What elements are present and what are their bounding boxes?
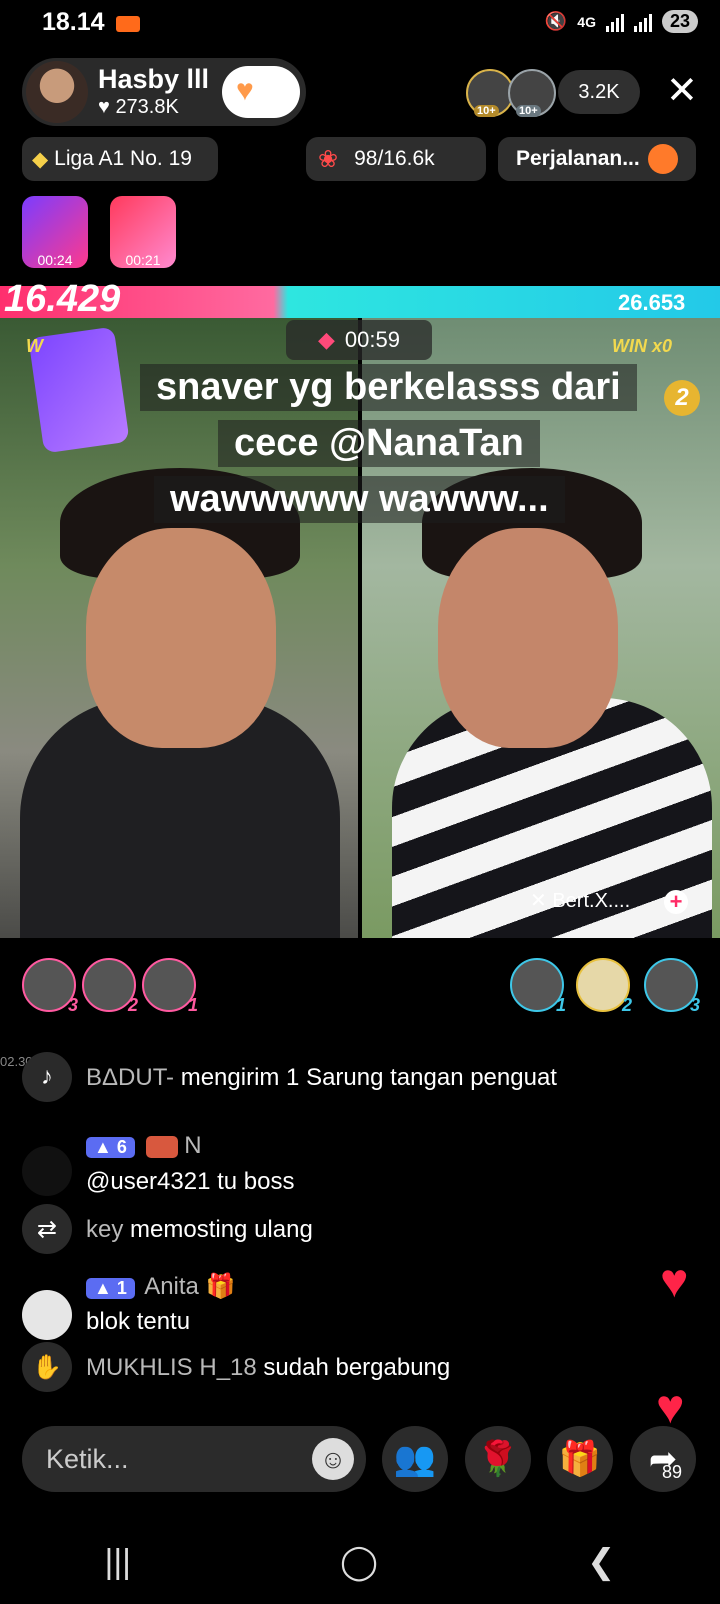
follow-opponent-button[interactable]: + xyxy=(664,890,688,914)
supporter-rank: 3 xyxy=(67,995,78,1015)
left-score: 16.429 xyxy=(4,278,121,320)
avatar xyxy=(22,1290,72,1340)
right-supporter-avatar[interactable]: 2 xyxy=(576,958,632,1015)
host-likes: ♥ 273.8K xyxy=(98,96,179,118)
boost-timer[interactable]: 00:21 xyxy=(110,196,176,268)
right-person-face xyxy=(438,528,618,748)
chat-user: N xyxy=(184,1132,202,1159)
left-win-label: W xyxy=(26,336,43,356)
fan-level: 13 xyxy=(263,92,278,107)
supporter-rank: 2 xyxy=(127,995,138,1015)
level-badge: ▲ 1 xyxy=(86,1278,135,1299)
status-indicators: 🔇 4G 23 xyxy=(545,10,698,33)
system-nav-bar: ||| ◯ ❮ xyxy=(0,1520,720,1604)
goal-pill[interactable]: ❀ 98/16.6k xyxy=(306,137,486,181)
journey-pill[interactable]: Perjalanan... xyxy=(498,137,696,181)
avatar xyxy=(22,1146,72,1196)
diamond-icon: ◆ xyxy=(32,147,49,171)
opponent-name: Bert.X.... xyxy=(552,890,631,912)
level-number: 1 xyxy=(116,1278,127,1298)
supporter-rank: 1 xyxy=(555,995,566,1015)
chat-user: Anita xyxy=(144,1273,199,1300)
journey-label: Perjalanan... xyxy=(516,147,640,170)
close-icon[interactable]: ✕ xyxy=(666,68,698,114)
boost-timer-label: 00:21 xyxy=(125,252,161,268)
gift-icon: 🎁 xyxy=(205,1273,236,1300)
left-supporter-avatar[interactable]: 2 xyxy=(82,958,138,1015)
fan-heart-icon: ♥ xyxy=(236,74,254,107)
back-icon[interactable]: ❮ xyxy=(587,1542,616,1582)
recent-apps-icon[interactable]: ||| xyxy=(104,1543,131,1582)
status-time: 18.14 xyxy=(42,8,105,36)
supporter-rank: 3 xyxy=(689,995,700,1015)
emoji-icon[interactable]: ☺ xyxy=(312,1438,354,1480)
boost-card-icon xyxy=(28,326,130,454)
screen-record-icon xyxy=(116,16,140,32)
chat-text: sudah bergabung xyxy=(263,1354,451,1381)
viewer-count[interactable]: 3.2K xyxy=(558,70,640,114)
top-viewer-avatar[interactable]: 10+ xyxy=(508,69,556,117)
caption-line-1: snaver yg berkelasss dari xyxy=(140,364,637,411)
left-supporter-avatar[interactable]: 1 xyxy=(142,958,198,1015)
wave-icon: ✋ xyxy=(22,1342,72,1392)
top-viewer-avatar[interactable]: 10+ xyxy=(466,69,514,117)
caption-line-2: cece @NanaTan xyxy=(218,420,540,467)
chat-text: blok tentu xyxy=(86,1308,191,1335)
fan-badge xyxy=(145,1135,178,1158)
goal-progress: 98/16.6k xyxy=(354,147,435,170)
follow-button[interactable] xyxy=(222,66,300,118)
floating-heart-icon: ♥ xyxy=(660,1255,689,1308)
right-score: 26.653 xyxy=(618,290,686,315)
host-name: Hasby lll xyxy=(98,64,210,94)
chat-user: key xyxy=(86,1216,124,1243)
mute-icon: 🔇 xyxy=(544,11,568,31)
right-win-label: WIN x0 xyxy=(612,336,673,356)
battle-countdown: ◆ 00:59 xyxy=(286,320,432,360)
battery-level: 23 xyxy=(661,10,698,33)
battle-countdown-text: 00:59 xyxy=(344,327,400,352)
gift-icon[interactable]: 🎁 xyxy=(547,1426,613,1492)
chat-user: MUKHLIS H_18 xyxy=(86,1354,257,1381)
right-supporter-avatar[interactable]: 3 xyxy=(644,958,700,1015)
rank-badge: 2 xyxy=(664,380,700,416)
comment-placeholder: Ketik... xyxy=(46,1444,129,1474)
tiktok-icon: ♪ xyxy=(22,1052,72,1102)
league-pill[interactable]: ◆ Liga A1 No. 19 xyxy=(22,137,218,181)
mascot-icon xyxy=(647,144,678,174)
right-supporter-avatar[interactable]: 1 xyxy=(510,958,566,1015)
signal-icon-2 xyxy=(633,12,652,32)
level-number: 6 xyxy=(116,1137,127,1157)
opponent-tag[interactable]: ✕ Bert.X.... xyxy=(530,888,630,913)
opponent-video-pane[interactable] xyxy=(362,318,720,938)
left-person-face xyxy=(86,528,276,748)
league-label: Liga A1 No. 19 xyxy=(54,147,192,170)
viewer-badge: 10+ xyxy=(474,105,499,117)
glove-icon: ◆ xyxy=(318,327,335,352)
supporter-rank: 2 xyxy=(621,995,632,1015)
signal-icon xyxy=(605,12,624,32)
lion-icon: ❀ xyxy=(318,145,339,173)
boost-timer[interactable]: 00:24 xyxy=(22,196,88,268)
host-avatar[interactable] xyxy=(26,61,88,123)
chat-text: @user4321 tu boss xyxy=(86,1168,295,1195)
chat-text: memosting ulang xyxy=(130,1216,313,1243)
network-type: 4G xyxy=(577,13,596,30)
repost-icon: ⇄ xyxy=(22,1204,72,1254)
viewer-badge: 10+ xyxy=(516,105,541,117)
caption-line-3: wawwwww wawww... xyxy=(154,476,565,523)
chat-user: BΔDUT- xyxy=(86,1064,175,1091)
left-supporter-avatar[interactable]: 3 xyxy=(22,958,78,1015)
guest-icon[interactable]: 👥 xyxy=(382,1426,448,1492)
chat-text: mengirim 1 Sarung tangan penguat xyxy=(180,1064,557,1091)
mute-icon: ✕ xyxy=(530,890,547,912)
supporter-rank: 1 xyxy=(187,995,198,1015)
host-likes-count: 273.8K xyxy=(115,96,179,118)
rose-icon[interactable]: 🌹 xyxy=(465,1426,531,1492)
boost-timer-label: 00:24 xyxy=(37,252,73,268)
level-badge: ▲ 6 xyxy=(86,1137,135,1158)
share-count: 89 xyxy=(662,1462,683,1482)
home-icon[interactable]: ◯ xyxy=(340,1542,378,1582)
